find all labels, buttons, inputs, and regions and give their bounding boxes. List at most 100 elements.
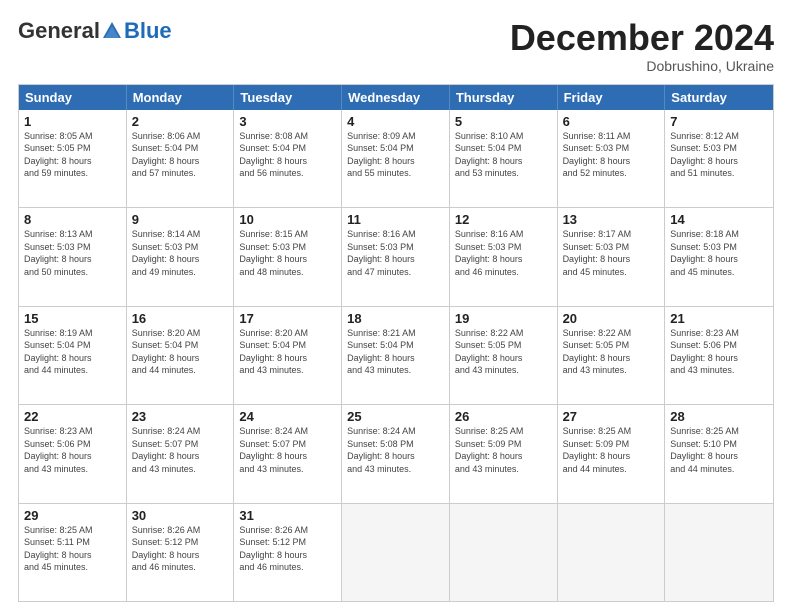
day-detail: Sunrise: 8:16 AM Sunset: 5:03 PM Dayligh… bbox=[347, 228, 444, 278]
day-number: 20 bbox=[563, 311, 660, 326]
calendar-cell: 17Sunrise: 8:20 AM Sunset: 5:04 PM Dayli… bbox=[234, 307, 342, 404]
day-detail: Sunrise: 8:24 AM Sunset: 5:07 PM Dayligh… bbox=[132, 425, 229, 475]
day-number: 12 bbox=[455, 212, 552, 227]
calendar-week-4: 22Sunrise: 8:23 AM Sunset: 5:06 PM Dayli… bbox=[19, 404, 773, 502]
day-number: 30 bbox=[132, 508, 229, 523]
day-detail: Sunrise: 8:14 AM Sunset: 5:03 PM Dayligh… bbox=[132, 228, 229, 278]
day-detail: Sunrise: 8:25 AM Sunset: 5:09 PM Dayligh… bbox=[563, 425, 660, 475]
calendar-week-2: 8Sunrise: 8:13 AM Sunset: 5:03 PM Daylig… bbox=[19, 207, 773, 305]
day-number: 6 bbox=[563, 114, 660, 129]
day-number: 1 bbox=[24, 114, 121, 129]
day-detail: Sunrise: 8:21 AM Sunset: 5:04 PM Dayligh… bbox=[347, 327, 444, 377]
calendar-cell: 3Sunrise: 8:08 AM Sunset: 5:04 PM Daylig… bbox=[234, 110, 342, 207]
calendar-cell: 18Sunrise: 8:21 AM Sunset: 5:04 PM Dayli… bbox=[342, 307, 450, 404]
calendar-cell: 19Sunrise: 8:22 AM Sunset: 5:05 PM Dayli… bbox=[450, 307, 558, 404]
day-number: 8 bbox=[24, 212, 121, 227]
calendar-cell: 16Sunrise: 8:20 AM Sunset: 5:04 PM Dayli… bbox=[127, 307, 235, 404]
day-detail: Sunrise: 8:24 AM Sunset: 5:07 PM Dayligh… bbox=[239, 425, 336, 475]
day-number: 22 bbox=[24, 409, 121, 424]
calendar-cell: 31Sunrise: 8:26 AM Sunset: 5:12 PM Dayli… bbox=[234, 504, 342, 601]
calendar-cell: 15Sunrise: 8:19 AM Sunset: 5:04 PM Dayli… bbox=[19, 307, 127, 404]
day-detail: Sunrise: 8:25 AM Sunset: 5:10 PM Dayligh… bbox=[670, 425, 768, 475]
calendar-cell: 6Sunrise: 8:11 AM Sunset: 5:03 PM Daylig… bbox=[558, 110, 666, 207]
calendar-cell: 26Sunrise: 8:25 AM Sunset: 5:09 PM Dayli… bbox=[450, 405, 558, 502]
calendar-cell: 2Sunrise: 8:06 AM Sunset: 5:04 PM Daylig… bbox=[127, 110, 235, 207]
calendar-cell: 10Sunrise: 8:15 AM Sunset: 5:03 PM Dayli… bbox=[234, 208, 342, 305]
calendar-cell: 7Sunrise: 8:12 AM Sunset: 5:03 PM Daylig… bbox=[665, 110, 773, 207]
day-detail: Sunrise: 8:25 AM Sunset: 5:11 PM Dayligh… bbox=[24, 524, 121, 574]
logo-text: General Blue bbox=[18, 18, 172, 44]
title-area: December 2024 Dobrushino, Ukraine bbox=[510, 18, 774, 74]
day-detail: Sunrise: 8:08 AM Sunset: 5:04 PM Dayligh… bbox=[239, 130, 336, 180]
calendar-header-thursday: Thursday bbox=[450, 85, 558, 110]
day-number: 25 bbox=[347, 409, 444, 424]
day-detail: Sunrise: 8:20 AM Sunset: 5:04 PM Dayligh… bbox=[239, 327, 336, 377]
day-number: 26 bbox=[455, 409, 552, 424]
calendar: SundayMondayTuesdayWednesdayThursdayFrid… bbox=[18, 84, 774, 602]
day-number: 9 bbox=[132, 212, 229, 227]
day-number: 23 bbox=[132, 409, 229, 424]
calendar-cell bbox=[342, 504, 450, 601]
day-detail: Sunrise: 8:22 AM Sunset: 5:05 PM Dayligh… bbox=[563, 327, 660, 377]
calendar-cell: 20Sunrise: 8:22 AM Sunset: 5:05 PM Dayli… bbox=[558, 307, 666, 404]
day-detail: Sunrise: 8:22 AM Sunset: 5:05 PM Dayligh… bbox=[455, 327, 552, 377]
day-detail: Sunrise: 8:24 AM Sunset: 5:08 PM Dayligh… bbox=[347, 425, 444, 475]
calendar-cell: 25Sunrise: 8:24 AM Sunset: 5:08 PM Dayli… bbox=[342, 405, 450, 502]
day-number: 31 bbox=[239, 508, 336, 523]
day-number: 14 bbox=[670, 212, 768, 227]
calendar-cell: 1Sunrise: 8:05 AM Sunset: 5:05 PM Daylig… bbox=[19, 110, 127, 207]
day-number: 24 bbox=[239, 409, 336, 424]
day-number: 10 bbox=[239, 212, 336, 227]
day-detail: Sunrise: 8:18 AM Sunset: 5:03 PM Dayligh… bbox=[670, 228, 768, 278]
day-detail: Sunrise: 8:05 AM Sunset: 5:05 PM Dayligh… bbox=[24, 130, 121, 180]
calendar-cell: 8Sunrise: 8:13 AM Sunset: 5:03 PM Daylig… bbox=[19, 208, 127, 305]
logo-blue: Blue bbox=[124, 18, 172, 44]
day-number: 15 bbox=[24, 311, 121, 326]
calendar-week-1: 1Sunrise: 8:05 AM Sunset: 5:05 PM Daylig… bbox=[19, 110, 773, 207]
calendar-cell bbox=[665, 504, 773, 601]
day-detail: Sunrise: 8:26 AM Sunset: 5:12 PM Dayligh… bbox=[132, 524, 229, 574]
calendar-header-wednesday: Wednesday bbox=[342, 85, 450, 110]
calendar-cell: 11Sunrise: 8:16 AM Sunset: 5:03 PM Dayli… bbox=[342, 208, 450, 305]
calendar-cell: 21Sunrise: 8:23 AM Sunset: 5:06 PM Dayli… bbox=[665, 307, 773, 404]
calendar-cell: 4Sunrise: 8:09 AM Sunset: 5:04 PM Daylig… bbox=[342, 110, 450, 207]
day-detail: Sunrise: 8:23 AM Sunset: 5:06 PM Dayligh… bbox=[24, 425, 121, 475]
day-number: 19 bbox=[455, 311, 552, 326]
day-number: 5 bbox=[455, 114, 552, 129]
day-detail: Sunrise: 8:15 AM Sunset: 5:03 PM Dayligh… bbox=[239, 228, 336, 278]
day-number: 2 bbox=[132, 114, 229, 129]
calendar-cell: 30Sunrise: 8:26 AM Sunset: 5:12 PM Dayli… bbox=[127, 504, 235, 601]
day-detail: Sunrise: 8:13 AM Sunset: 5:03 PM Dayligh… bbox=[24, 228, 121, 278]
calendar-header-saturday: Saturday bbox=[665, 85, 773, 110]
day-number: 27 bbox=[563, 409, 660, 424]
calendar-header-monday: Monday bbox=[127, 85, 235, 110]
day-detail: Sunrise: 8:09 AM Sunset: 5:04 PM Dayligh… bbox=[347, 130, 444, 180]
day-detail: Sunrise: 8:17 AM Sunset: 5:03 PM Dayligh… bbox=[563, 228, 660, 278]
day-number: 18 bbox=[347, 311, 444, 326]
day-number: 29 bbox=[24, 508, 121, 523]
day-detail: Sunrise: 8:16 AM Sunset: 5:03 PM Dayligh… bbox=[455, 228, 552, 278]
day-number: 13 bbox=[563, 212, 660, 227]
calendar-cell: 13Sunrise: 8:17 AM Sunset: 5:03 PM Dayli… bbox=[558, 208, 666, 305]
calendar-header-sunday: Sunday bbox=[19, 85, 127, 110]
day-detail: Sunrise: 8:10 AM Sunset: 5:04 PM Dayligh… bbox=[455, 130, 552, 180]
calendar-week-5: 29Sunrise: 8:25 AM Sunset: 5:11 PM Dayli… bbox=[19, 503, 773, 601]
day-detail: Sunrise: 8:12 AM Sunset: 5:03 PM Dayligh… bbox=[670, 130, 768, 180]
day-detail: Sunrise: 8:11 AM Sunset: 5:03 PM Dayligh… bbox=[563, 130, 660, 180]
logo-general: General bbox=[18, 18, 100, 44]
calendar-cell: 14Sunrise: 8:18 AM Sunset: 5:03 PM Dayli… bbox=[665, 208, 773, 305]
day-detail: Sunrise: 8:06 AM Sunset: 5:04 PM Dayligh… bbox=[132, 130, 229, 180]
calendar-header-friday: Friday bbox=[558, 85, 666, 110]
day-number: 11 bbox=[347, 212, 444, 227]
page: General Blue December 2024 Dobrushino, U… bbox=[0, 0, 792, 612]
day-number: 3 bbox=[239, 114, 336, 129]
day-number: 21 bbox=[670, 311, 768, 326]
logo-icon bbox=[101, 20, 123, 42]
day-number: 28 bbox=[670, 409, 768, 424]
calendar-cell: 22Sunrise: 8:23 AM Sunset: 5:06 PM Dayli… bbox=[19, 405, 127, 502]
subtitle: Dobrushino, Ukraine bbox=[510, 58, 774, 74]
calendar-cell: 27Sunrise: 8:25 AM Sunset: 5:09 PM Dayli… bbox=[558, 405, 666, 502]
calendar-cell bbox=[450, 504, 558, 601]
calendar-cell: 12Sunrise: 8:16 AM Sunset: 5:03 PM Dayli… bbox=[450, 208, 558, 305]
calendar-cell: 29Sunrise: 8:25 AM Sunset: 5:11 PM Dayli… bbox=[19, 504, 127, 601]
